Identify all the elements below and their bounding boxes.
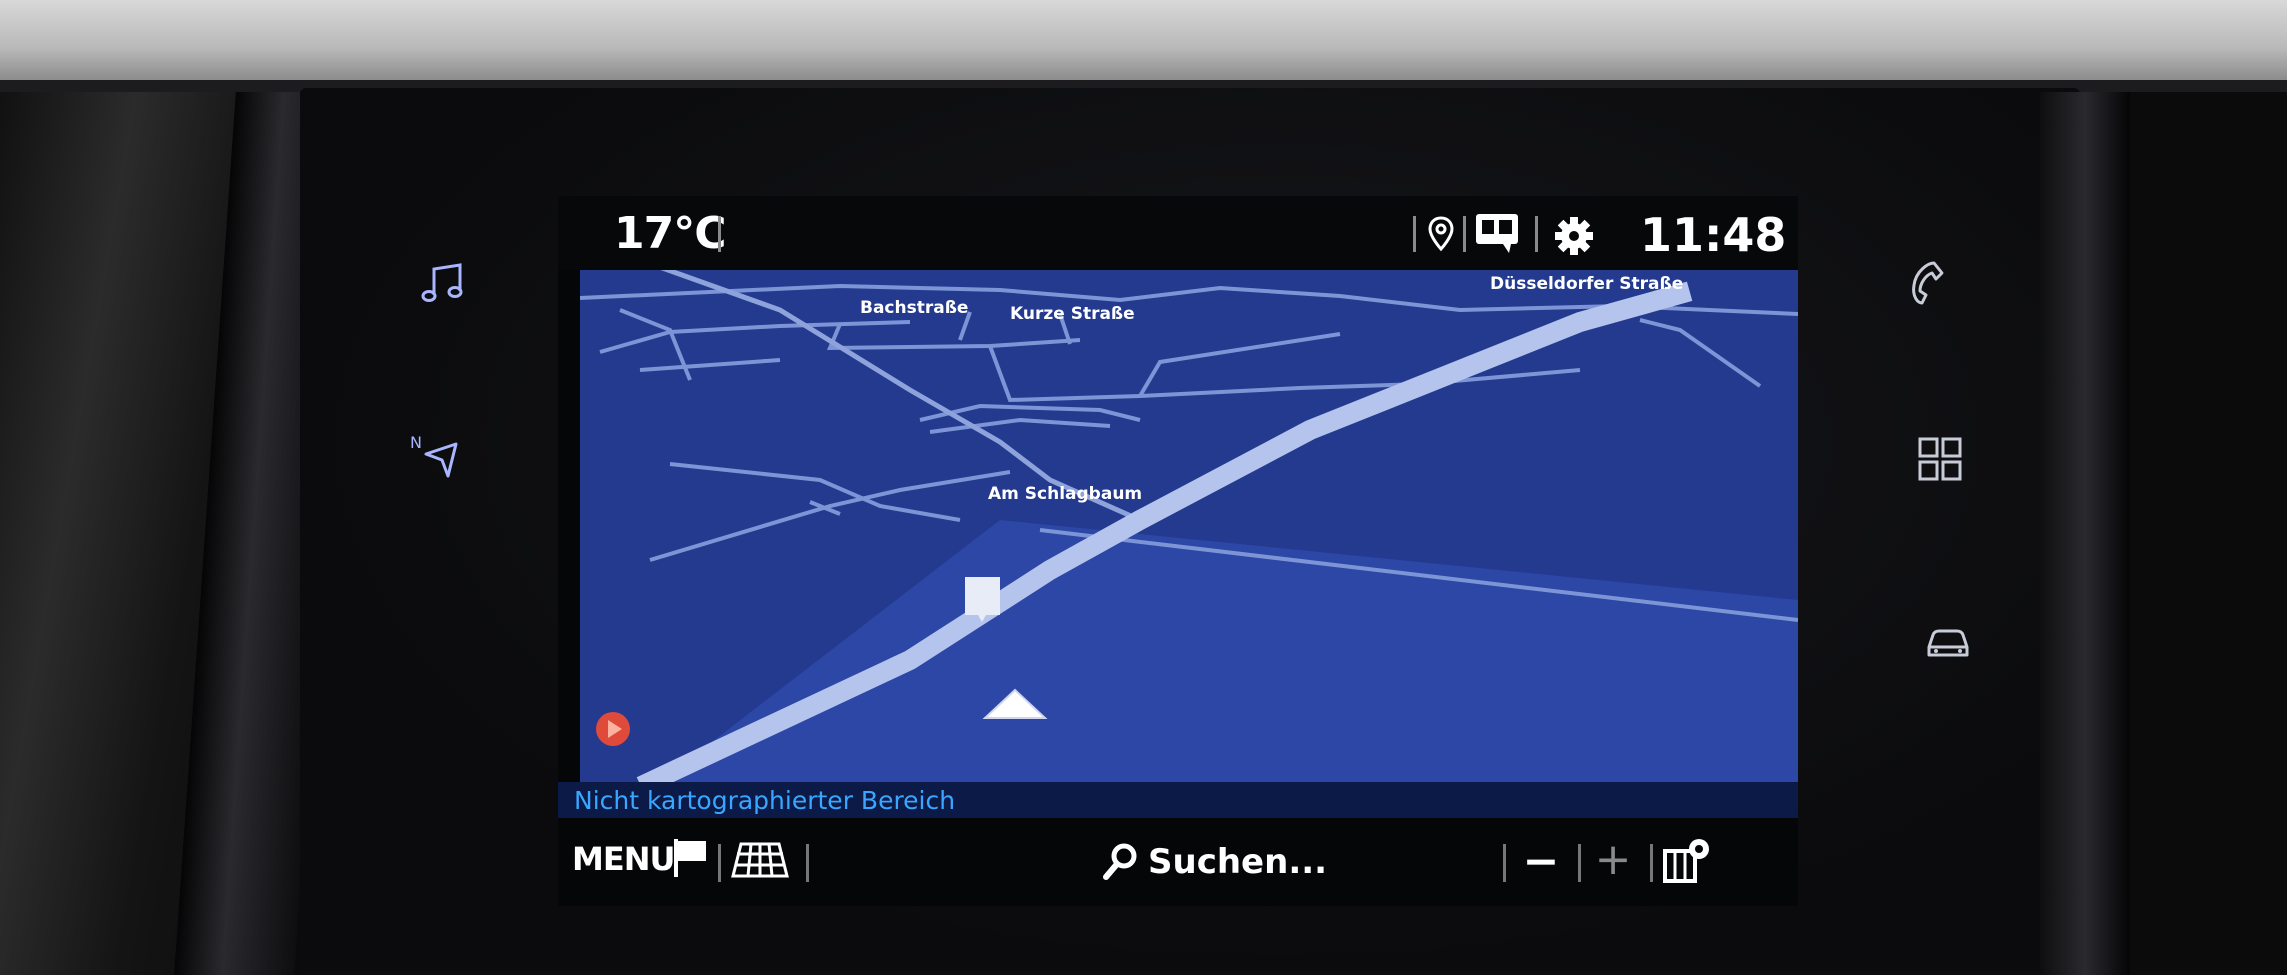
toolbar-divider — [1503, 844, 1506, 882]
search-button[interactable] — [1098, 840, 1142, 884]
traffic-alert-button[interactable] — [594, 710, 634, 750]
map-view-button[interactable] — [730, 838, 790, 882]
map-settings-icon — [1663, 839, 1709, 883]
dashboard-top-trim — [0, 0, 2287, 80]
zoom-out-button[interactable]: − — [1516, 836, 1566, 887]
status-divider — [718, 216, 721, 252]
street-label-bachstrasse: Bachstraße — [860, 298, 969, 318]
phone-button[interactable] — [1895, 252, 1955, 312]
phone-icon — [1912, 261, 1944, 305]
toolbar-divider — [1650, 844, 1653, 882]
street-label-am-schlagbaum: Am Schlagbaum — [988, 484, 1143, 504]
destination-flag-button[interactable] — [668, 836, 712, 880]
svg-text:N: N — [410, 433, 422, 452]
bezel-right-edge — [2040, 92, 2130, 975]
location-pin-icon[interactable] — [1424, 214, 1458, 254]
map-grid-icon — [731, 842, 789, 878]
status-divider — [1535, 216, 1538, 252]
outside-temperature: 17°C — [614, 208, 727, 259]
search-input[interactable]: Suchen... — [1148, 842, 1327, 882]
toolbar-divider — [806, 844, 809, 882]
street-label-duesseldorfer-strasse: Düsseldorfer Straße — [1490, 274, 1684, 294]
settings-gear-icon[interactable] — [1552, 214, 1596, 258]
navigation-map[interactable]: Bachstraße Kurze Straße Düsseldorfer Str… — [580, 270, 1798, 782]
status-bar: 17°C 11:48 — [558, 196, 1798, 270]
navigation-button[interactable]: N — [405, 425, 465, 485]
apps-button[interactable] — [1911, 430, 1971, 490]
toolbar-divider — [718, 844, 721, 882]
bottom-toolbar: MENU Suchen... − + — [558, 818, 1798, 906]
music-icon — [421, 263, 463, 302]
car-icon — [1927, 629, 1969, 657]
search-icon — [1103, 843, 1137, 880]
flag-icon — [674, 839, 706, 877]
street-label-kurze-strasse: Kurze Straße — [1010, 304, 1135, 324]
menu-button[interactable]: MENU — [572, 840, 675, 878]
infotainment-screen: 17°C 11:48 Bachstraße Kurze Straße Düsse… — [558, 196, 1798, 906]
navigation-icon: N — [410, 433, 458, 478]
vehicle-button[interactable] — [1918, 610, 1978, 670]
toolbar-divider — [1578, 844, 1581, 882]
music-button[interactable] — [413, 252, 473, 312]
apps-grid-icon — [1918, 437, 1962, 481]
zoom-in-button[interactable]: + — [1588, 834, 1638, 885]
status-divider — [1463, 216, 1466, 252]
map-settings-button[interactable] — [1660, 834, 1716, 886]
messages-icon[interactable] — [1472, 210, 1528, 256]
status-divider — [1413, 216, 1416, 252]
clock: 11:48 — [1640, 208, 1787, 262]
alert-icon — [596, 712, 630, 746]
map-info-bar: Nicht kartographierter Bereich — [558, 782, 1798, 818]
unmapped-area-notice: Nicht kartographierter Bereich — [574, 786, 956, 815]
map-roads — [580, 270, 1798, 782]
